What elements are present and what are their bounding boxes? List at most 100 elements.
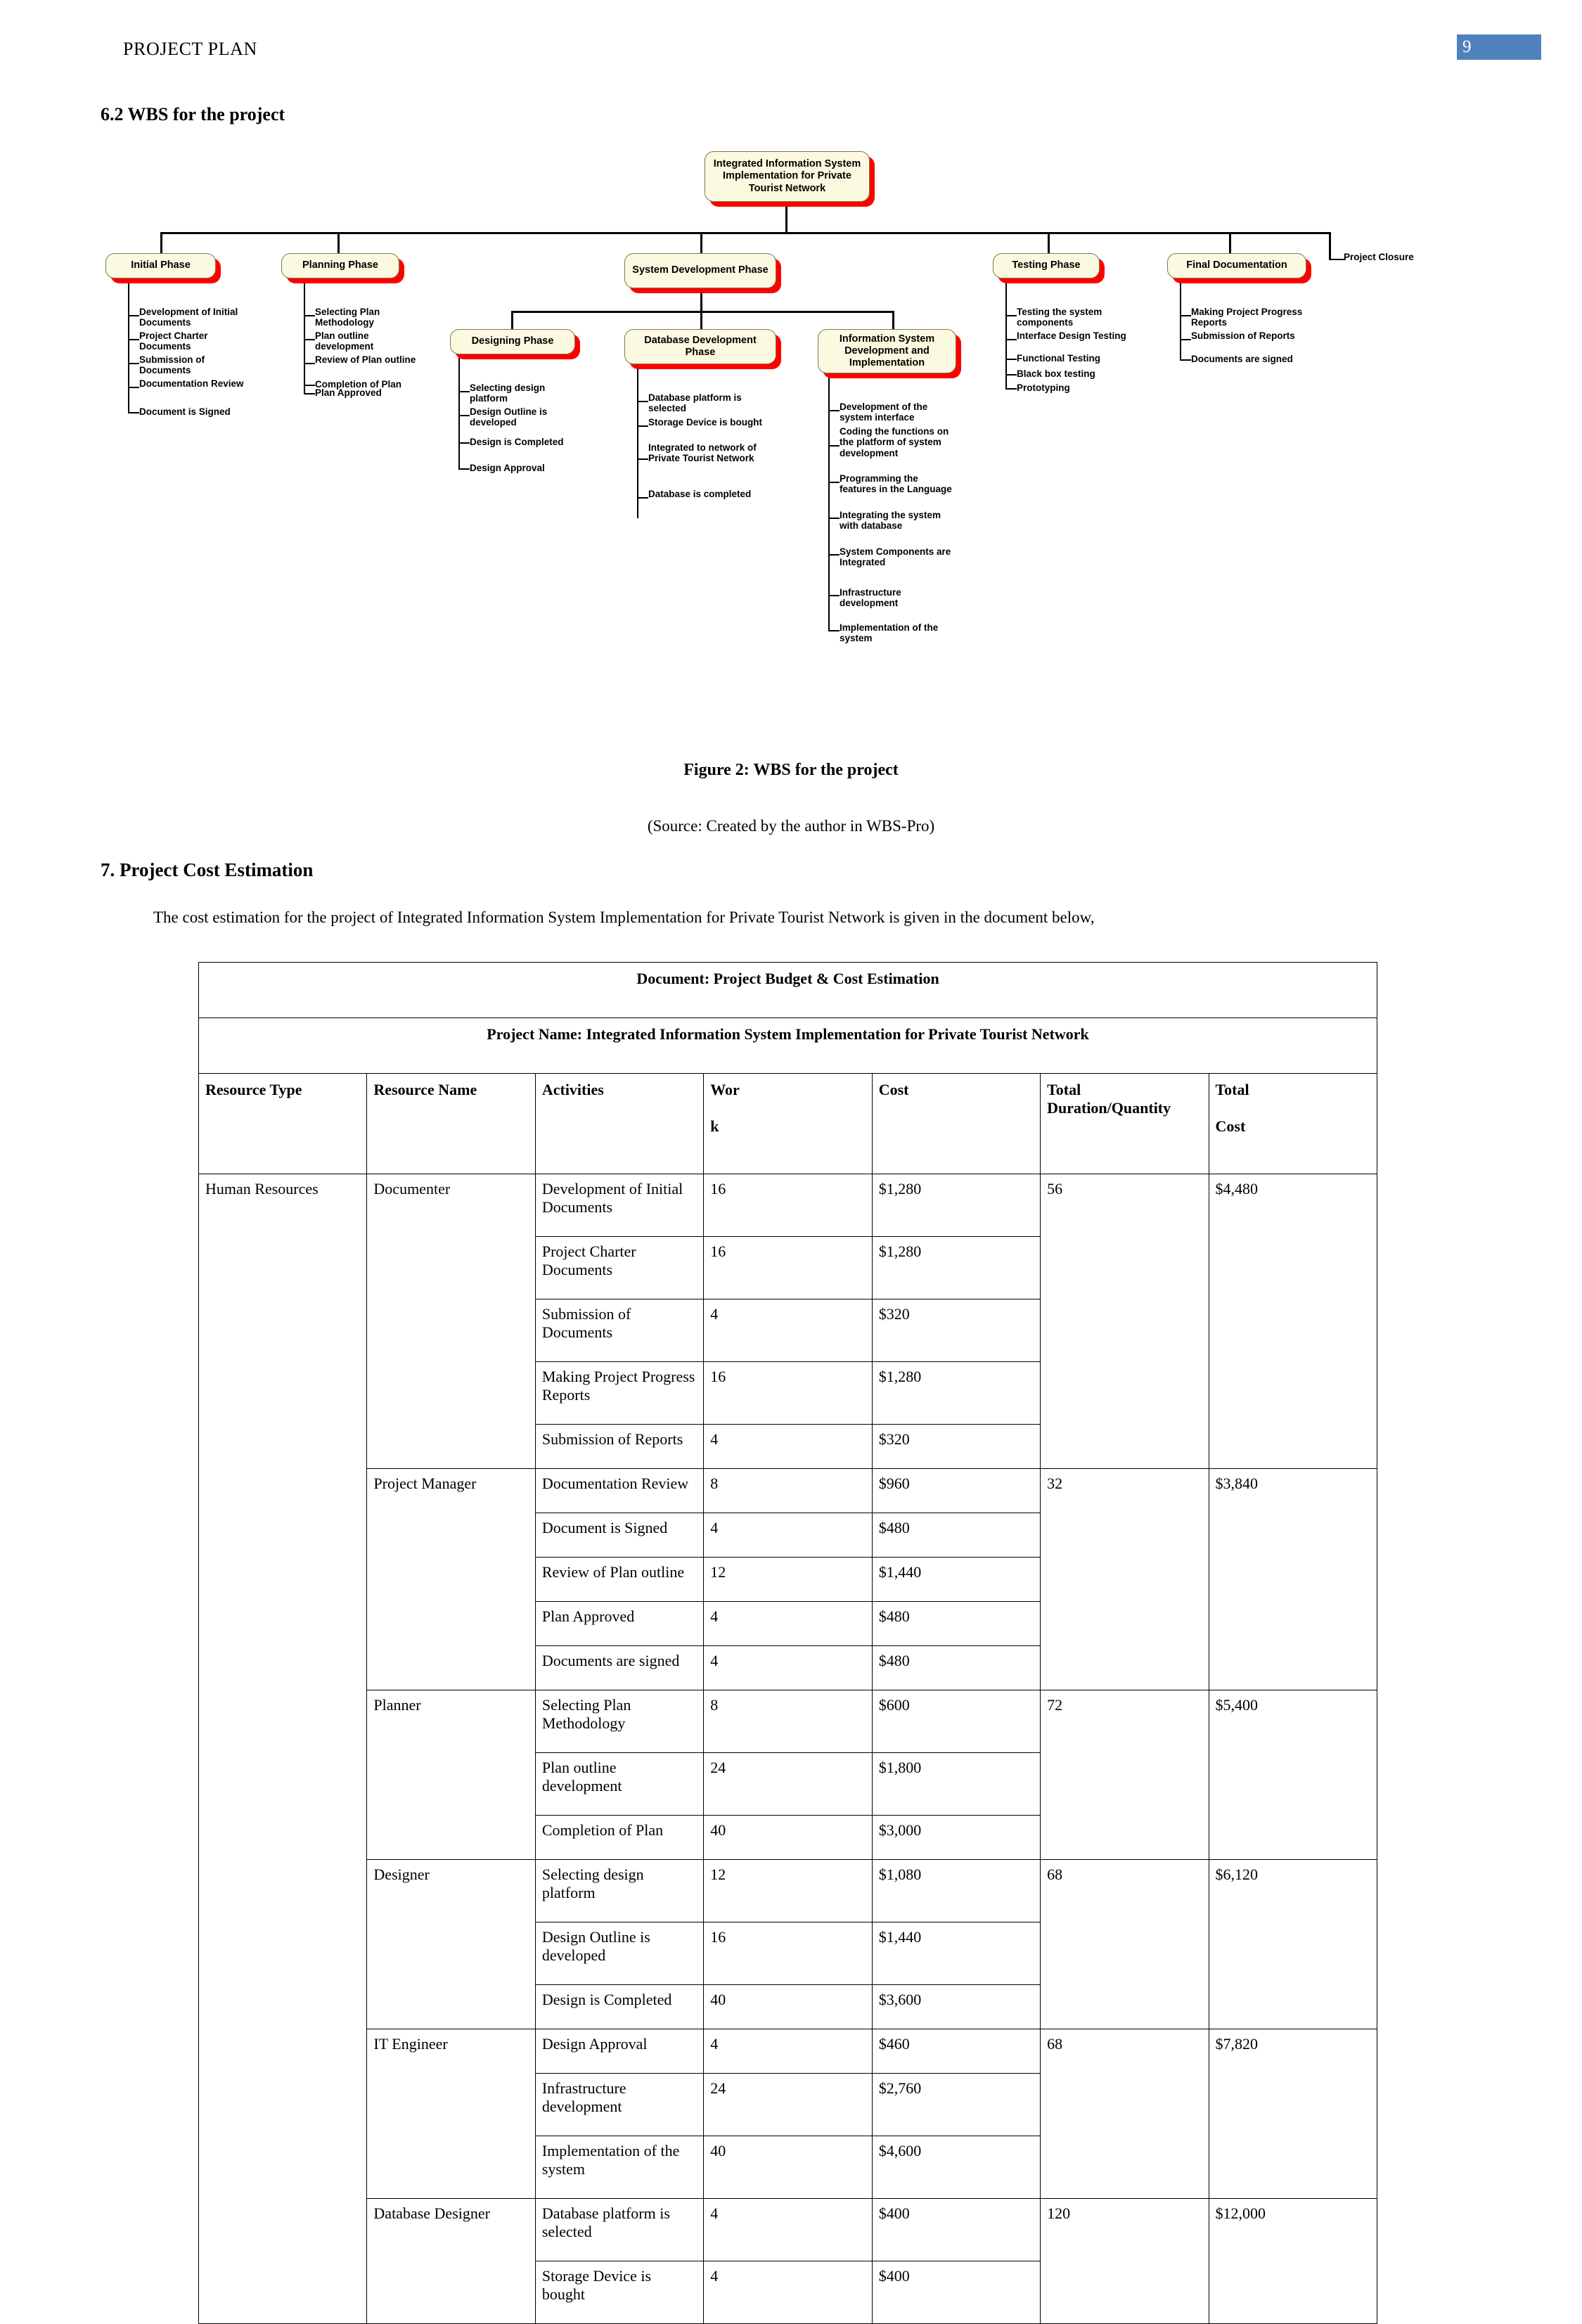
- column-header-activities: Activities: [534, 1073, 705, 1174]
- cell-cost: $1,280: [871, 1361, 1041, 1425]
- planning-tick-0: [304, 315, 315, 316]
- wbs-leaf: Prototyping: [1017, 383, 1070, 393]
- database-tick-0: [637, 401, 648, 402]
- cell-activity: Documentation Review: [534, 1468, 705, 1513]
- cell-activity: Document is Signed: [534, 1513, 705, 1558]
- table-row: Database Designer Database platform is s…: [199, 2198, 1378, 2324]
- finaldoc-tick-0: [1180, 315, 1191, 316]
- cell-activity: Design Outline is developed: [534, 1922, 705, 1985]
- column-header-resource-type: Resource Type: [198, 1073, 368, 1174]
- infosys-tick-4: [828, 554, 840, 556]
- initial-tick-0: [128, 315, 139, 316]
- wbs-node-planning-phase: Planning Phase: [281, 253, 399, 278]
- cell-work: 4: [703, 1299, 873, 1362]
- designing-tick-0: [458, 391, 470, 392]
- table-row: Human Resources Documenter Development o…: [198, 1174, 1378, 2324]
- figure-caption: Figure 2: WBS for the project: [683, 761, 899, 779]
- cell-work: 12: [703, 1557, 873, 1602]
- wbs-leaf: Storage Device is bought: [648, 417, 763, 428]
- wbs-node-final-documentation: Final Documentation: [1167, 253, 1306, 278]
- stem-initial: [160, 232, 162, 253]
- cell-cost: $1,080: [871, 1859, 1041, 1922]
- testing-tick-1: [1005, 339, 1017, 340]
- wbs-leaf: Integrating the system with database: [840, 510, 941, 532]
- wbs-leaf: Design Outline is developed: [470, 406, 548, 428]
- initial-tick-1: [128, 339, 139, 340]
- infosys-tick-5: [828, 595, 840, 596]
- cell-resource-name: Documenter: [366, 1174, 536, 1469]
- wbs-root-node: Integrated Information System Implementa…: [705, 151, 870, 202]
- wbs-leaf: Document is Signed: [139, 406, 231, 417]
- stem-planning: [337, 232, 340, 253]
- cell-activity: Completion of Plan: [534, 1815, 705, 1860]
- infosys-tick-1: [828, 445, 840, 447]
- cell-activity: Implementation of the system: [534, 2136, 705, 2199]
- wbs-leaf: Black box testing: [1017, 368, 1095, 379]
- designing-tick-1: [458, 415, 470, 416]
- cell-total-cost: $3,840: [1208, 1468, 1378, 1690]
- cost-intro-paragraph: The cost estimation for the project of I…: [153, 909, 1095, 926]
- cell-cost: $4,600: [871, 2136, 1041, 2199]
- cell-resource-type: Human Resources: [198, 1174, 368, 2324]
- table-row: Planner Selecting Plan Methodology 8 $60…: [199, 1690, 1378, 1860]
- infosys-tick-6: [828, 630, 840, 631]
- cell-activity: Design Approval: [534, 2029, 705, 2074]
- cell-activity: Documents are signed: [534, 1645, 705, 1690]
- designing-tick-2: [458, 442, 470, 444]
- wbs-node-designing-phase: Designing Phase: [450, 329, 575, 354]
- wbs-leaf: Review of Plan outline: [315, 354, 416, 365]
- stem-finaldoc: [1229, 232, 1231, 253]
- wbs-node-information-system-development: Information System Development and Imple…: [818, 329, 956, 373]
- cell-cost: $480: [871, 1513, 1041, 1558]
- cell-activity: Infrastructure development: [534, 2073, 705, 2136]
- cell-activity: Submission of Documents: [534, 1299, 705, 1362]
- cell-work: 16: [703, 1236, 873, 1299]
- cell-total-cost: $12,000: [1208, 2198, 1378, 2324]
- initial-tick-2: [128, 363, 139, 364]
- testing-spine: [1005, 278, 1007, 390]
- wbs-leaf: Submission of Reports: [1191, 330, 1295, 341]
- cell-total-duration: 68: [1040, 2029, 1209, 2199]
- cell-work: 24: [703, 1752, 873, 1816]
- cell-cost: $480: [871, 1645, 1041, 1690]
- wbs-leaf: Plan Approved: [315, 387, 382, 398]
- section-heading-cost: 7. Project Cost Estimation: [101, 859, 314, 880]
- column-header-total-duration: Total Duration/Quantity: [1040, 1073, 1209, 1174]
- wbs-leaf: Selecting design platform: [470, 383, 546, 404]
- cell-cost: $480: [871, 1601, 1041, 1646]
- cell-cost: $1,280: [871, 1236, 1041, 1299]
- root-stem: [785, 202, 787, 232]
- cell-work: 4: [703, 1424, 873, 1469]
- infosys-spine: [828, 373, 830, 631]
- cell-resource-name: IT Engineer: [366, 2029, 536, 2199]
- testing-tick-2: [1005, 359, 1017, 360]
- cell-activity: Design is Completed: [534, 1984, 705, 2029]
- running-header-title: PROJECT PLAN: [123, 39, 257, 59]
- cost-estimation-table: Document: Project Budget & Cost Estimati…: [198, 962, 1378, 2324]
- wbs-node-testing-phase: Testing Phase: [993, 253, 1100, 278]
- cell-total-duration: 72: [1040, 1690, 1209, 1860]
- cell-cost: $2,760: [871, 2073, 1041, 2136]
- wbs-root-label: Integrated Information System Implementa…: [713, 158, 861, 194]
- infosys-tick-2: [828, 482, 840, 483]
- wbs-leaf: Coding the functions on the platform of …: [840, 426, 949, 458]
- cell-cost: $400: [871, 2198, 1041, 2261]
- sysdev-drop-infosys: [892, 311, 894, 330]
- cell-cost: $3,000: [871, 1815, 1041, 1860]
- table-row: Designer Selecting design platform 12 $1…: [199, 1859, 1378, 2029]
- cell-cost: $1,800: [871, 1752, 1041, 1816]
- cell-activity: Review of Plan outline: [534, 1557, 705, 1602]
- database-tick-2: [637, 458, 648, 460]
- wbs-node-system-development-phase: System Development Phase: [624, 253, 776, 288]
- cell-work: 40: [703, 1984, 873, 2029]
- finaldoc-tick-2: [1180, 359, 1191, 361]
- wbs-leaf: Design Approval: [470, 463, 545, 473]
- table-header-row: Resource Type Resource Name Activities W…: [198, 1073, 1378, 1174]
- wbs-leaf: Documents are signed: [1191, 354, 1293, 364]
- cell-resource-name: Planner: [366, 1690, 536, 1860]
- stem-testing: [1048, 232, 1050, 253]
- cell-work: 4: [703, 2029, 873, 2074]
- section-heading-wbs: 6.2 WBS for the project: [101, 104, 285, 124]
- column-header-total-cost: Total Cost: [1208, 1073, 1378, 1174]
- initial-spine: [128, 278, 129, 385]
